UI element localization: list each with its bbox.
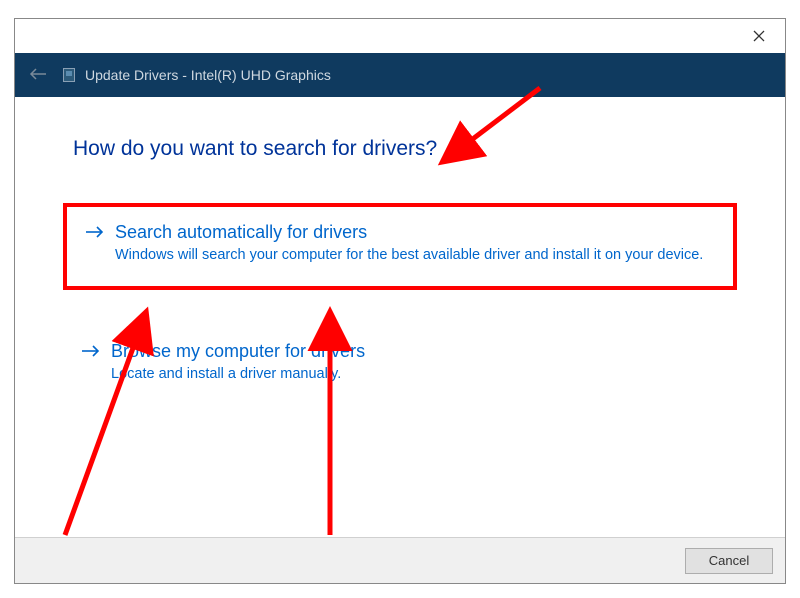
cancel-button[interactable]: Cancel (685, 548, 773, 574)
page-heading: How do you want to search for drivers? (73, 137, 737, 161)
option-text: Browse my computer for drivers Locate an… (111, 340, 717, 385)
close-button[interactable] (739, 21, 779, 51)
arrow-right-icon (81, 340, 101, 366)
device-icon (63, 68, 75, 82)
option-text: Search automatically for drivers Windows… (115, 221, 713, 266)
option-description: Locate and install a driver manually. (111, 365, 717, 385)
window-title: Update Drivers - Intel(R) UHD Graphics (85, 67, 331, 83)
close-icon (753, 30, 765, 42)
back-arrow-icon[interactable] (29, 66, 47, 84)
option-title: Search automatically for drivers (115, 221, 713, 244)
option-search-automatically[interactable]: Search automatically for drivers Windows… (63, 203, 737, 290)
arrow-right-icon (85, 221, 105, 247)
option-description: Windows will search your computer for th… (115, 246, 713, 266)
content-area: How do you want to search for drivers? S… (15, 97, 785, 537)
option-title: Browse my computer for drivers (111, 340, 717, 363)
dialog-window: Update Drivers - Intel(R) UHD Graphics H… (14, 18, 786, 584)
option-browse-computer[interactable]: Browse my computer for drivers Locate an… (63, 326, 737, 401)
titlebar: Update Drivers - Intel(R) UHD Graphics (15, 53, 785, 97)
button-bar: Cancel (15, 537, 785, 583)
